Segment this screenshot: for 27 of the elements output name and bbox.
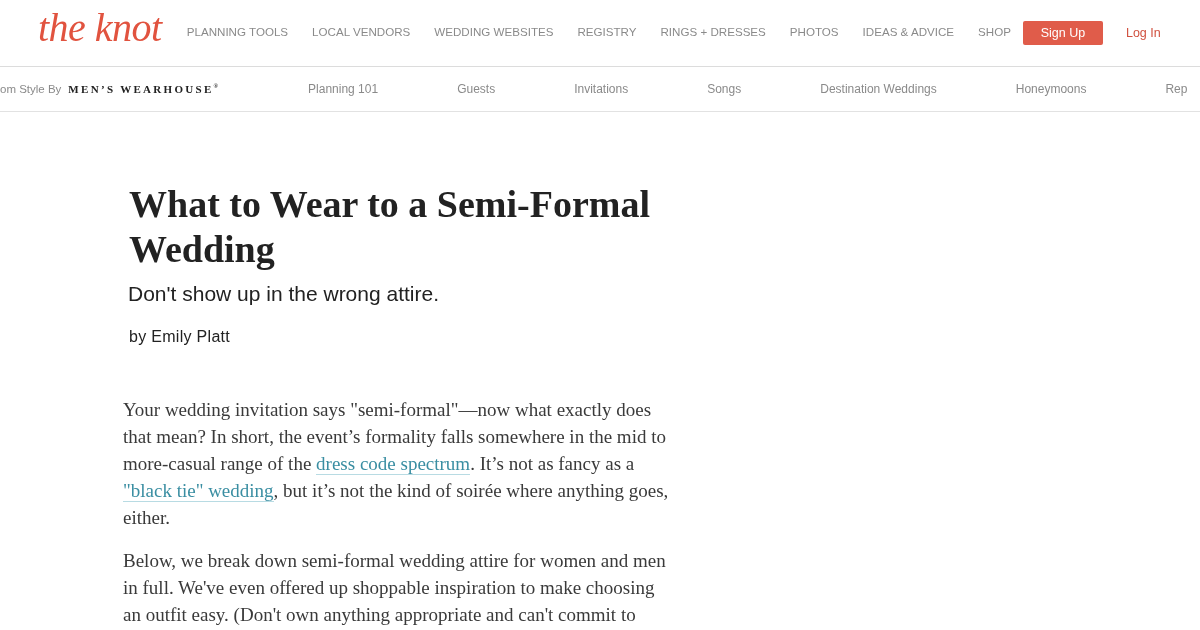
subnav-link[interactable]: Planning 101 [308,82,379,96]
nav-link[interactable]: RINGS + DRESSES [660,25,766,38]
nav-link[interactable]: PLANNING TOOLS [186,25,289,38]
subnav-link[interactable]: Rep [1165,82,1188,96]
subnav-link[interactable]: Destination Weddings [820,82,937,96]
sponsor-logo[interactable]: MEN’S WEARHOUSE$^{®}$ [68,83,219,95]
nav-link[interactable]: SHOP [978,25,1011,38]
nav-link[interactable]: REGISTRY [577,25,637,38]
subnav-link[interactable]: Guests [457,82,496,96]
byline: by Emily Platt [129,327,232,347]
nav-link[interactable]: LOCAL VENDORS [312,25,411,38]
subnav-link[interactable]: Songs [707,82,742,96]
body-paragraph: Below, we break down semi-formal wedding attire for women and men in full. We've even offered up shoppable inspiration to make choosing an outfit easy. (Don't own anything appropriate and can't commit to [123,549,667,627]
body-paragraph: Your wedding invitation says "semi-formal"—now what exactly does that mean? In short, the event’s formality falls somewhere in the mid to more-casual range of the dress code spectrum. It’s not as fancy as a "black tie" wedding, but it’s not the kind of soirée where anything goes, either. [123,398,670,530]
inline-link[interactable]: dress code spectrum [316,453,471,475]
log-in-link[interactable]: Log In [1125,26,1161,40]
subnav-link[interactable]: Honeymoons [1015,82,1087,96]
sponsor-label: om Style By [0,83,62,95]
subnav-link[interactable]: Invitations [574,82,629,96]
site-logo[interactable]: the knot [38,8,162,48]
inline-link[interactable]: "black tie" wedding [123,480,274,502]
article-subtitle: Don't show up in the wrong attire. [128,281,440,307]
nav-link[interactable]: IDEAS & ADVICE [862,25,955,38]
sign-up-button[interactable]: Sign Up [1022,21,1103,45]
article-title: What to Wear to a Semi-Formal Wedding [129,182,651,272]
nav-link[interactable]: PHOTOS [789,25,839,38]
nav-link[interactable]: WEDDING WEBSITES [434,25,554,38]
